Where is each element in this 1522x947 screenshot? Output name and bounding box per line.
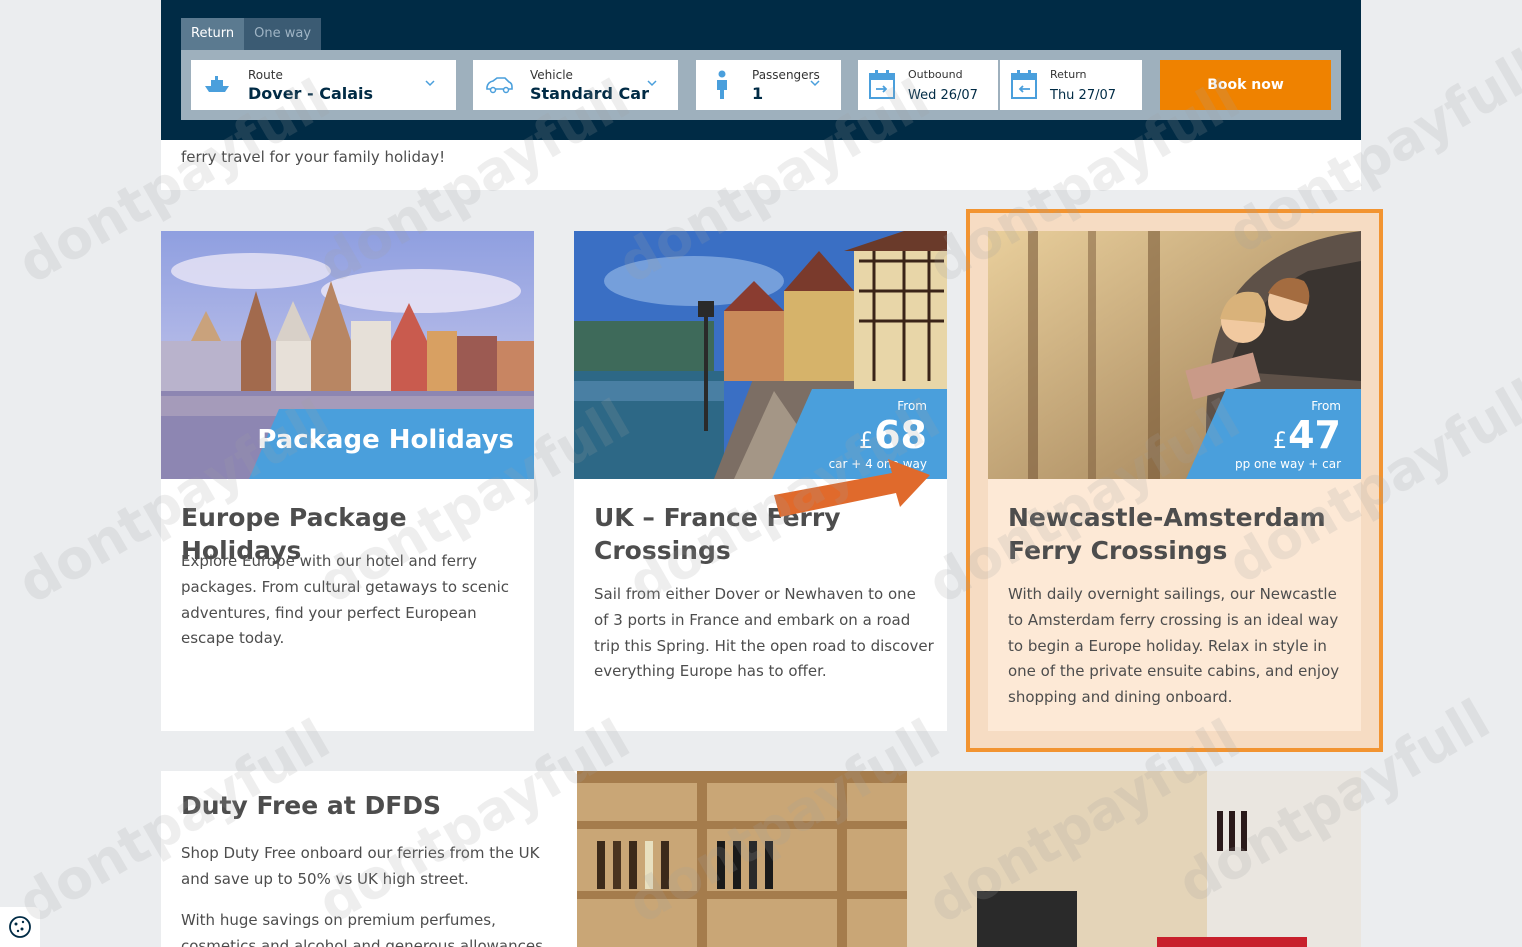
duty-free-title: Duty Free at DFDS xyxy=(181,791,442,820)
vehicle-value: Standard Car xyxy=(530,84,649,103)
booking-widget: Return One way Route Dover - Calais Vehi… xyxy=(161,0,1361,140)
intro-card-right xyxy=(781,140,1361,190)
booking-bar: Route Dover - Calais Vehicle Standard Ca… xyxy=(181,50,1341,120)
trip-type-tabs: Return One way xyxy=(181,18,322,50)
package-holidays-label: Package Holidays xyxy=(249,409,534,479)
vehicle-select[interactable]: Vehicle Standard Car xyxy=(473,60,678,110)
cookie-icon xyxy=(9,916,31,938)
outbound-value: Wed 26/07 xyxy=(908,88,978,103)
price-amount: 68 xyxy=(874,413,927,457)
highlight-frame xyxy=(966,209,1383,752)
calendar-icon xyxy=(1011,70,1037,99)
package-holidays-text: Package Holidays xyxy=(257,425,514,455)
ferry-icon xyxy=(205,76,229,92)
price-from-label: From xyxy=(897,399,927,413)
outbound-label: Outbound xyxy=(908,68,963,81)
return-date-field[interactable]: Return Thu 27/07 xyxy=(1000,60,1142,110)
chevron-down-icon xyxy=(425,80,435,87)
tab-one-way[interactable]: One way xyxy=(244,18,322,50)
outbound-date-field[interactable]: Outbound Wed 26/07 xyxy=(858,60,998,110)
card-description: Sail from either Dover or Newhaven to on… xyxy=(594,585,934,681)
bruges-image: Package Holidays xyxy=(161,231,534,479)
tab-return[interactable]: Return xyxy=(181,18,245,50)
intro-card-left: ferry travel for your family holiday! xyxy=(161,140,781,190)
book-now-button[interactable]: Book now xyxy=(1160,60,1331,110)
calendar-icon xyxy=(869,70,895,99)
arrow-stamp xyxy=(774,459,930,517)
card-description: Explore Europe with our hotel and ferry … xyxy=(181,552,509,648)
duty-free-paragraph: With huge savings on premium perfumes, c… xyxy=(181,911,543,947)
passengers-value: 1 xyxy=(752,84,764,103)
duty-free-paragraph: Shop Duty Free onboard our ferries from … xyxy=(181,844,540,888)
france-town-image: From £ 68 car + 4 one way xyxy=(574,231,947,479)
duty-free-shop-image xyxy=(577,771,1361,947)
intro-text: ferry travel for your family holiday! xyxy=(181,148,446,166)
car-icon xyxy=(486,77,513,94)
route-value: Dover - Calais xyxy=(248,84,374,103)
route-select[interactable]: Route Dover - Calais xyxy=(191,60,456,110)
chevron-down-icon xyxy=(810,80,820,87)
person-icon xyxy=(717,70,727,99)
chevron-down-icon xyxy=(647,80,657,87)
duty-free-section: Duty Free at DFDS Shop Duty Free onboard… xyxy=(161,771,577,947)
price-currency: £ xyxy=(859,429,873,454)
passengers-select[interactable]: Passengers 1 xyxy=(696,60,841,110)
card-package-holidays[interactable]: Package Holidays Europe Package Holidays… xyxy=(161,231,534,731)
vehicle-label: Vehicle xyxy=(530,68,573,82)
return-label: Return xyxy=(1050,68,1087,81)
route-label: Route xyxy=(248,68,283,82)
return-value: Thu 27/07 xyxy=(1050,88,1117,103)
cookie-settings-button[interactable] xyxy=(0,907,40,947)
